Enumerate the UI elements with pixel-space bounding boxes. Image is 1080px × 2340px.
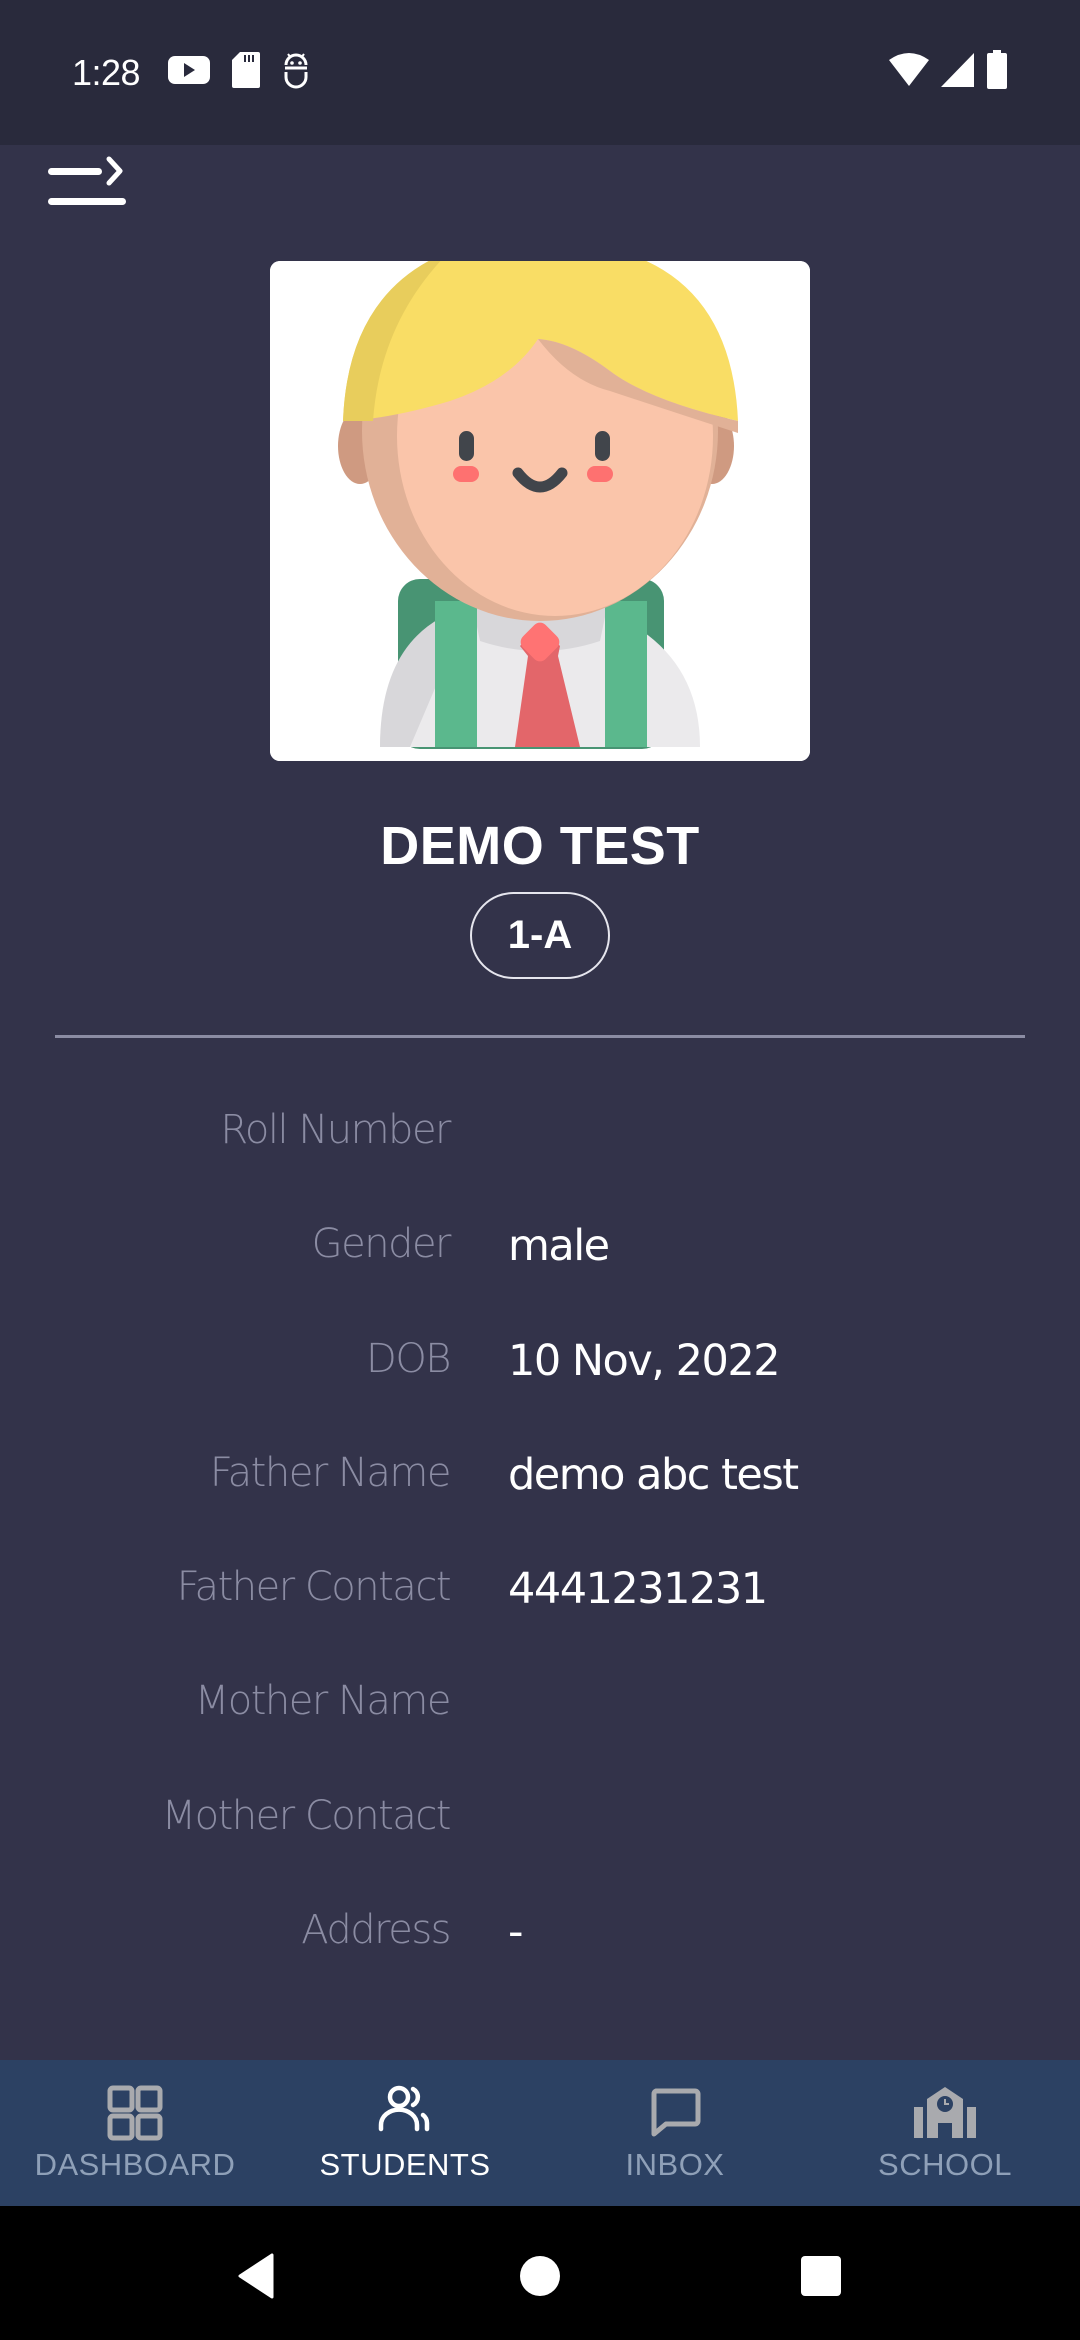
wifi-icon — [888, 52, 930, 93]
back-icon — [238, 2253, 274, 2299]
battery-icon — [986, 50, 1008, 95]
student-avatar-illustration — [270, 261, 810, 761]
menu-button[interactable] — [48, 139, 128, 215]
nav-label: DASHBOARD — [34, 2147, 236, 2182]
detail-value: male — [508, 1221, 610, 1272]
detail-label: Address — [301, 1907, 451, 1954]
status-right — [888, 50, 1008, 95]
nav-item-inbox[interactable]: INBOX — [540, 2060, 810, 2206]
nav-item-dashboard[interactable]: DASHBOARD — [0, 2060, 270, 2206]
class-badge-label: 1-A — [507, 913, 573, 957]
nav-item-school[interactable]: SCHOOL — [810, 2060, 1080, 2206]
student-avatar — [270, 261, 810, 761]
detail-label: Gender — [311, 1221, 452, 1268]
detail-label: Father Contact — [176, 1564, 452, 1611]
detail-value: 4441231231 — [508, 1564, 768, 1615]
youtube-icon — [168, 54, 211, 91]
nav-label: STUDENTS — [319, 2147, 491, 2182]
menu-open-icon — [48, 139, 126, 205]
detail-label: Mother Name — [194, 1678, 452, 1725]
detail-row-roll-number: Roll Number — [0, 1107, 1080, 1221]
student-profile-screen: DEMO TEST 1-A Roll Number Gender male DO… — [0, 139, 1080, 2060]
detail-label: Mother Contact — [161, 1792, 452, 1839]
detail-row-mother-contact: Mother Contact — [0, 1793, 1080, 1907]
detail-row-father-contact: Father Contact 4441231231 — [0, 1564, 1080, 1678]
sd-card-icon — [232, 52, 261, 93]
detail-value: - — [508, 1907, 524, 1958]
grid-icon — [107, 2085, 163, 2141]
detail-row-dob: DOB 10 Nov, 2022 — [0, 1336, 1080, 1450]
student-details-list: Roll Number Gender male DOB 10 Nov, 2022… — [0, 1107, 1080, 2021]
chat-icon — [651, 2088, 701, 2137]
detail-value: 10 Nov, 2022 — [508, 1335, 781, 1386]
recents-button[interactable] — [800, 2255, 842, 2302]
signal-icon — [940, 52, 976, 93]
status-bar: 1:28 — [0, 0, 1080, 145]
nav-label: SCHOOL — [878, 2147, 1012, 2182]
class-badge: 1-A — [470, 892, 610, 979]
divider — [55, 1035, 1025, 1038]
bottom-navigation: DASHBOARD STUDENTS INBOX SCHOOL — [0, 2060, 1080, 2206]
home-button[interactable] — [518, 2254, 562, 2303]
system-navigation-bar — [0, 2206, 1080, 2340]
detail-value: demo abc test — [508, 1449, 799, 1500]
school-icon — [914, 2087, 976, 2138]
nav-item-students[interactable]: STUDENTS — [270, 2060, 540, 2206]
detail-row-mother-name: Mother Name — [0, 1678, 1080, 1792]
detail-row-address: Address - — [0, 1907, 1080, 2021]
detail-label: Father Name — [209, 1449, 452, 1496]
detail-label: DOB — [366, 1335, 451, 1382]
detail-label: Roll Number — [220, 1107, 451, 1153]
back-button[interactable] — [236, 2253, 276, 2304]
status-time: 1:28 — [72, 51, 141, 93]
detail-row-father-name: Father Name demo abc test — [0, 1450, 1080, 1564]
android-debug-icon — [282, 51, 310, 94]
status-left: 1:28 — [72, 51, 310, 94]
nav-label: INBOX — [625, 2147, 725, 2182]
detail-row-gender: Gender male — [0, 1221, 1080, 1335]
home-icon — [520, 2256, 560, 2296]
users-icon — [378, 2085, 430, 2132]
recents-icon — [801, 2256, 841, 2296]
student-name: DEMO TEST — [380, 816, 700, 876]
